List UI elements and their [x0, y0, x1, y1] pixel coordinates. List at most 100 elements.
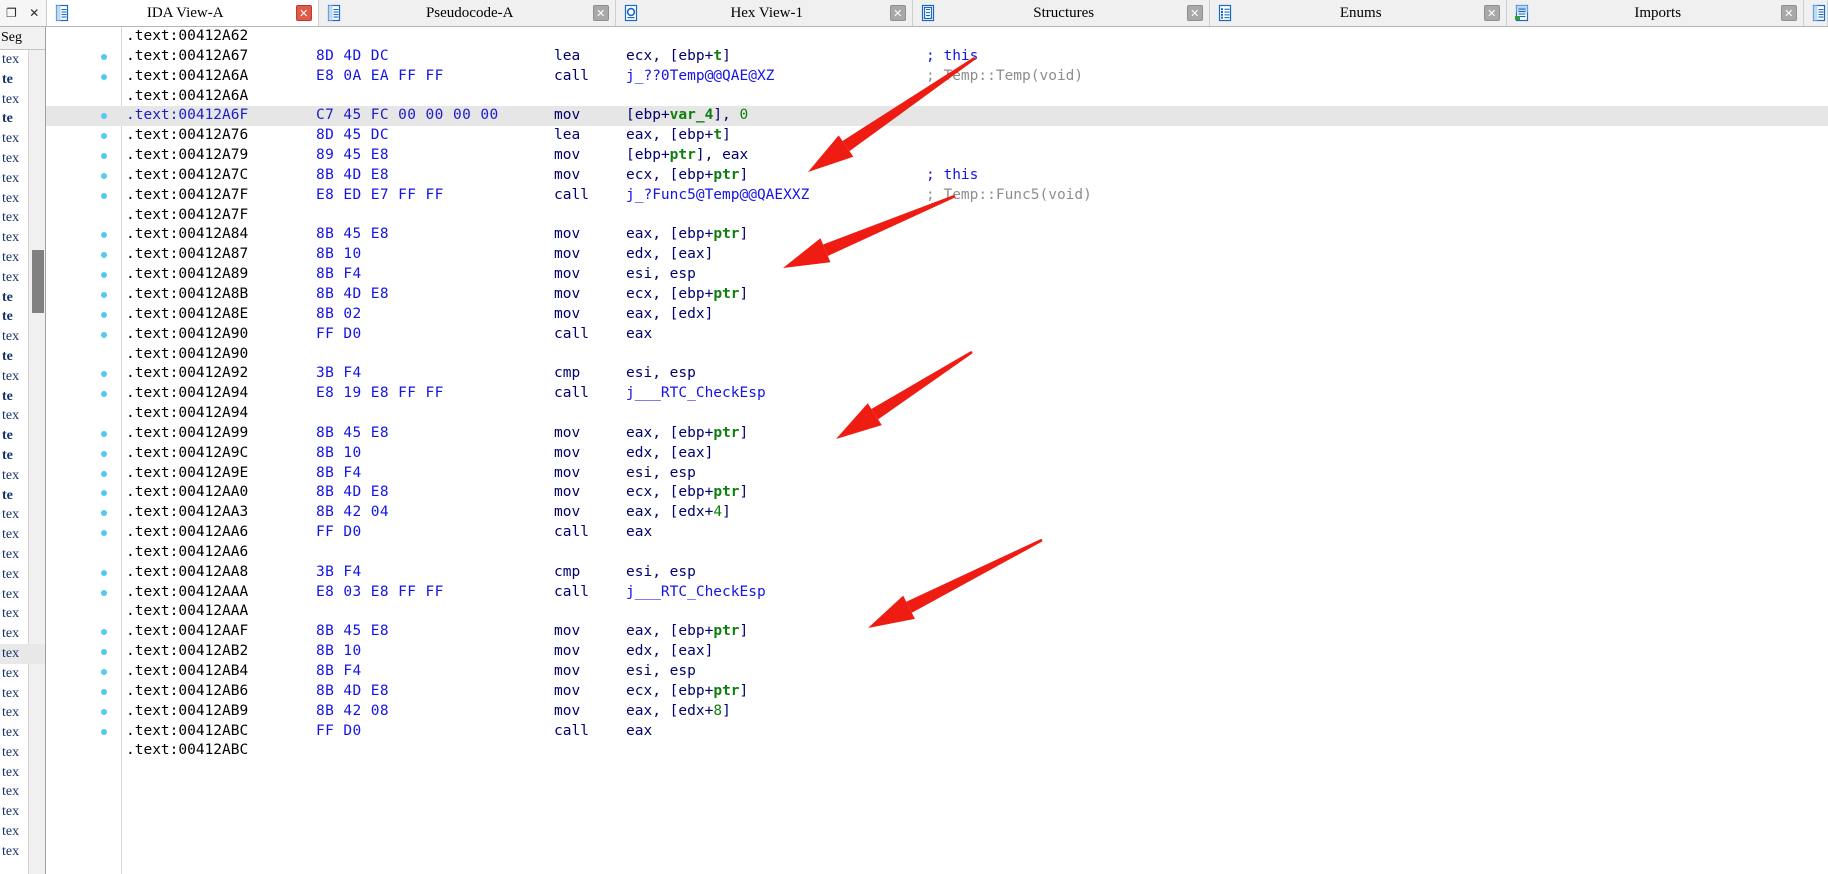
operand-variable[interactable]: ptr: [713, 226, 739, 242]
operand-symbol[interactable]: j___RTC_CheckEsp: [626, 584, 766, 600]
segment-list-item[interactable]: tex: [0, 367, 45, 387]
disassembly-line[interactable]: .text:00412A99 8B 45 E8 mov eax, [ebp+ptr]: [46, 424, 1828, 444]
instruction-operands[interactable]: esi, esp: [626, 464, 696, 484]
breakpoint-dot-icon[interactable]: [101, 708, 107, 715]
disassembly-line[interactable]: .text:00412A92 3B F4 cmp esi, esp: [46, 364, 1828, 384]
segment-list-item[interactable]: te: [0, 446, 45, 466]
instruction-operands[interactable]: ecx, [ebp+t]: [626, 47, 731, 67]
instruction-operands[interactable]: j_??0Temp@@QAE@XZ: [626, 67, 774, 87]
instruction-operands[interactable]: eax, [edx+4]: [626, 503, 731, 523]
disassembly-line[interactable]: .text:00412A6F C7 45 FC 00 00 00 00 mov [eb…: [46, 106, 1828, 127]
segment-list-item[interactable]: tex: [0, 545, 45, 565]
disassembly-line[interactable]: .text:00412A6A E8 0A EA FF FF call j_??0Tem…: [46, 67, 1828, 87]
breakpoint-dot-icon[interactable]: [101, 490, 107, 497]
instruction-operands[interactable]: ecx, [ebp+ptr]: [626, 166, 748, 186]
disassembly-line[interactable]: .text:00412A89 8B F4 mov esi, esp: [46, 265, 1828, 285]
instruction-operands[interactable]: edx, [eax]: [626, 642, 713, 662]
disassembly-line[interactable]: .text:00412A90 FF D0 call eax: [46, 325, 1828, 345]
breakpoint-dot-icon[interactable]: [101, 629, 107, 636]
breakpoint-dot-icon[interactable]: [101, 669, 107, 675]
breakpoint-dot-icon[interactable]: [101, 728, 107, 735]
breakpoint-dot-icon[interactable]: [101, 291, 107, 298]
segment-list-item[interactable]: tex: [0, 822, 45, 842]
instruction-operands[interactable]: esi, esp: [626, 265, 696, 285]
segment-list-item[interactable]: tex: [0, 90, 45, 110]
breakpoint-dot-icon[interactable]: [101, 133, 107, 140]
disassembly-line[interactable]: .text:00412A9C 8B 10 mov edx, [eax]: [46, 444, 1828, 464]
disassembly-line[interactable]: .text:00412A76 8D 45 DC lea eax, [ebp+t]: [46, 126, 1828, 146]
instruction-operands[interactable]: j___RTC_CheckEsp: [626, 583, 766, 603]
disassembly-line[interactable]: .text:00412AA8 3B F4 cmp esi, esp: [46, 563, 1828, 583]
tab-ida-view-a[interactable]: IDA View-A ✕: [46, 0, 319, 26]
segment-list-item[interactable]: te: [0, 288, 45, 308]
segment-list-item[interactable]: tex: [0, 782, 45, 802]
instruction-operands[interactable]: esi, esp: [626, 364, 696, 384]
breakpoint-dot-icon[interactable]: [101, 331, 107, 338]
breakpoint-dot-icon[interactable]: [101, 311, 107, 318]
segment-list-item[interactable]: te: [0, 70, 45, 90]
breakpoint-dot-icon[interactable]: [101, 688, 107, 695]
breakpoint-dot-icon[interactable]: [101, 53, 107, 60]
disassembly-line[interactable]: .text:00412AA6 FF D0 call eax: [46, 523, 1828, 543]
disassembly-line[interactable]: .text:00412A79 89 45 E8 mov [ebp+ptr], eax: [46, 146, 1828, 166]
segment-list-item[interactable]: tex: [0, 723, 45, 743]
segment-list-item[interactable]: tex: [0, 684, 45, 704]
breakpoint-dot-icon[interactable]: [101, 153, 107, 160]
segment-list-item[interactable]: te: [0, 486, 45, 506]
segment-list-item[interactable]: tex: [0, 643, 45, 664]
breakpoint-dot-icon[interactable]: [101, 530, 107, 537]
segment-list-item[interactable]: tex: [0, 149, 45, 169]
operand-variable[interactable]: ptr: [713, 623, 739, 639]
segment-list-item[interactable]: tex: [0, 50, 45, 70]
segment-list-item[interactable]: tex: [0, 129, 45, 149]
segment-list-item[interactable]: tex: [0, 189, 45, 209]
segment-list-item[interactable]: tex: [0, 604, 45, 624]
disassembly-line[interactable]: .text:00412AAF 8B 45 E8 mov eax, [ebp+ptr]: [46, 622, 1828, 642]
breakpoint-dot-icon[interactable]: [101, 510, 107, 517]
instruction-operands[interactable]: esi, esp: [626, 662, 696, 682]
tab-close-icon[interactable]: ✕: [592, 5, 609, 21]
tab-pseudocode-a[interactable]: Pseudocode-A ✕: [318, 0, 616, 26]
breakpoint-dot-icon[interactable]: [101, 272, 107, 279]
disassembly-line[interactable]: .text:00412A90: [46, 345, 1828, 365]
close-window-icon[interactable]: ✕: [27, 6, 41, 20]
tab-close-icon[interactable]: ✕: [1186, 5, 1203, 21]
disassembly-line[interactable]: .text:00412A6A: [46, 87, 1828, 107]
instruction-operands[interactable]: edx, [eax]: [626, 245, 713, 265]
operand-variable[interactable]: ptr: [713, 484, 739, 500]
tab-close-icon[interactable]: ✕: [1780, 5, 1797, 21]
segment-list-item[interactable]: tex: [0, 208, 45, 228]
disassembly-line[interactable]: .text:00412A8E 8B 02 mov eax, [edx]: [46, 305, 1828, 325]
disassembly-line[interactable]: .text:00412A67 8D 4D DC lea ecx, [ebp+t] ; t…: [46, 47, 1828, 67]
disassembly-line[interactable]: .text:00412A9E 8B F4 mov esi, esp: [46, 464, 1828, 484]
segment-list-item[interactable]: tex: [0, 842, 45, 862]
operand-symbol[interactable]: j___RTC_CheckEsp: [626, 385, 766, 401]
operand-variable[interactable]: ptr: [713, 167, 739, 183]
disassembly-line[interactable]: .text:00412AAA E8 03 E8 FF FF call j___RTC_…: [46, 583, 1828, 603]
instruction-operands[interactable]: eax, [ebp+ptr]: [626, 424, 748, 444]
tab-close-icon[interactable]: ✕: [1483, 5, 1500, 21]
disassembly-line[interactable]: .text:00412A8B 8B 4D E8 mov ecx, [ebp+ptr]: [46, 285, 1828, 305]
segment-list-item[interactable]: tex: [0, 624, 45, 644]
operand-variable[interactable]: ptr: [713, 286, 739, 302]
segment-list-item[interactable]: tex: [0, 703, 45, 723]
operand-variable[interactable]: ptr: [713, 683, 739, 699]
instruction-operands[interactable]: eax, [ebp+ptr]: [626, 225, 748, 245]
segment-list-item[interactable]: tex: [0, 466, 45, 486]
breakpoint-dot-icon[interactable]: [101, 232, 107, 239]
segment-list-item[interactable]: te: [0, 387, 45, 407]
segment-list-item[interactable]: tex: [0, 565, 45, 585]
disassembly-line[interactable]: .text:00412A62: [46, 27, 1828, 47]
operand-variable[interactable]: t: [713, 127, 722, 143]
breakpoint-dot-icon[interactable]: [101, 430, 107, 437]
breakpoint-dot-icon[interactable]: [101, 450, 107, 457]
breakpoint-dot-icon[interactable]: [101, 470, 107, 477]
disassembly-line[interactable]: .text:00412A94: [46, 404, 1828, 424]
instruction-operands[interactable]: j___RTC_CheckEsp: [626, 384, 766, 404]
breakpoint-dot-icon[interactable]: [101, 113, 107, 120]
instruction-operands[interactable]: ecx, [ebp+ptr]: [626, 682, 748, 702]
breakpoint-dot-icon[interactable]: [101, 649, 107, 656]
disassembly-line[interactable]: .text:00412A7F E8 ED E7 FF FF call j_?Func5…: [46, 186, 1828, 206]
breakpoint-dot-icon[interactable]: [101, 569, 107, 576]
breakpoint-dot-icon[interactable]: [101, 172, 107, 179]
